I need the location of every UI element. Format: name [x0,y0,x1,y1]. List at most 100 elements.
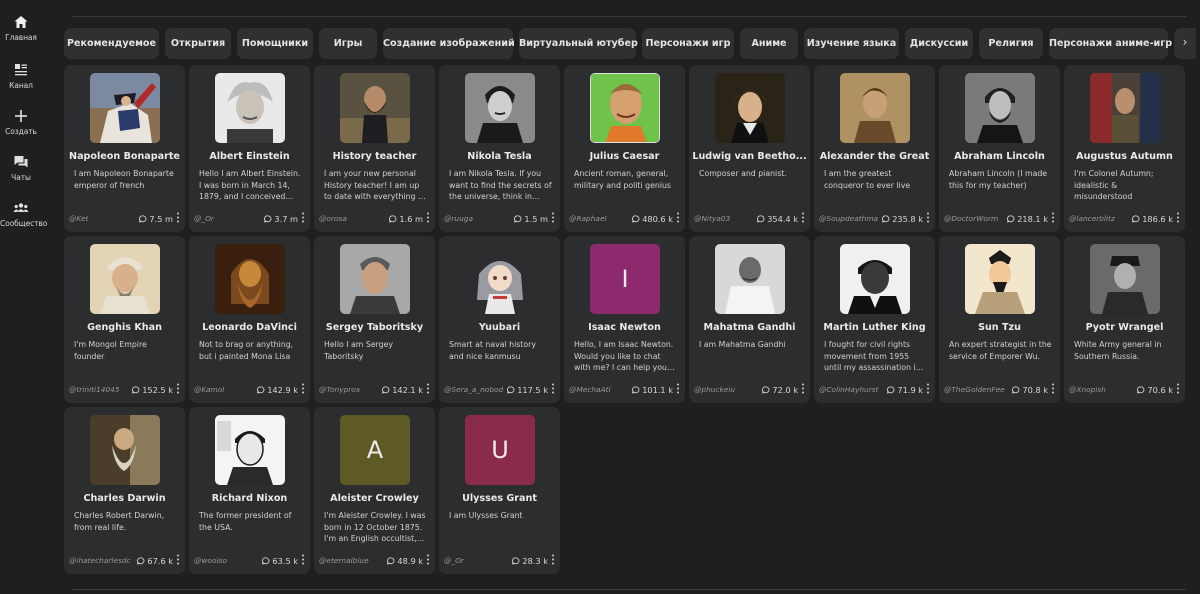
character-description: I'm Aleister Crowley. I was born in 12 O… [324,511,426,544]
character-card[interactable]: A Aleister Crowley I'm Aleister Crowley.… [314,407,435,574]
more-options-icon[interactable] [551,212,555,223]
chat-icon [1012,386,1020,394]
avatar [840,73,910,143]
more-options-icon[interactable] [301,212,305,223]
character-author[interactable]: @Ket [69,214,131,223]
character-card[interactable]: Mahatma Gandhi I am Mahatma Gandhi @phuc… [689,236,810,403]
character-card[interactable]: Julius Caesar Ancient roman, general, mi… [564,65,685,232]
character-card[interactable]: History teacher I am your new personal H… [314,65,435,232]
chip-anime-game-characters[interactable]: Персонажи аниме-игр [1049,28,1172,59]
more-options-icon[interactable] [301,554,305,565]
character-author[interactable]: @Kamol [194,385,256,394]
character-card[interactable]: Leonardo DaVinci Not to brag or anything… [189,236,310,403]
character-author[interactable]: @DoctorWorm [944,214,1006,223]
character-author[interactable]: @Nitya03 [694,214,756,223]
chip-game-characters[interactable]: Персонажи игр [642,28,734,59]
more-options-icon[interactable] [176,212,180,223]
more-options-icon[interactable] [676,383,680,394]
sidebar-item-chats[interactable]: Чаты [0,154,42,182]
character-author[interactable]: @wooiso [194,556,256,565]
character-card[interactable]: Sergey Taboritsky Hello I am Sergey Tabo… [314,236,435,403]
character-card[interactable]: Charles Darwin Charles Robert Darwin, fr… [64,407,185,574]
character-card[interactable]: Nikola Tesla I am Nikola Tesla. If you w… [439,65,560,232]
more-options-icon[interactable] [1051,383,1055,394]
chevron-right-icon[interactable]: › [1174,28,1196,59]
character-card[interactable]: Pyotr Wrangel White Army general in Sout… [1064,236,1185,403]
more-options-icon[interactable] [426,554,430,565]
character-author[interactable]: @phuckeiu [694,385,756,394]
character-card[interactable]: Richard Nixon The former president of th… [189,407,310,574]
more-options-icon[interactable] [176,383,180,394]
character-name: Alexander the Great [819,151,930,162]
character-author[interactable]: @Xnopish [1069,385,1131,394]
more-options-icon[interactable] [801,212,805,223]
chip-recommended[interactable]: Рекомендуемое [64,28,159,59]
more-options-icon[interactable] [426,212,430,223]
more-options-icon[interactable] [1051,212,1055,223]
character-author[interactable]: @eternalblue [319,556,381,565]
chip-image-generation[interactable]: Создание изображений [383,28,515,59]
character-card[interactable]: Sun Tzu An expert strategist in the serv… [939,236,1060,403]
chip-language-learning[interactable]: Изучение языка [804,28,899,59]
character-name: Pyotr Wrangel [1085,322,1164,333]
letter-avatar: A [340,415,410,485]
character-author[interactable]: @MechaAti [569,385,631,394]
character-card[interactable]: Augustus Autumn I'm Colonel Autumn; idea… [1064,65,1185,232]
more-options-icon[interactable] [176,554,180,565]
more-options-icon[interactable] [926,383,930,394]
avatar [215,244,285,314]
character-card[interactable]: I Isaac Newton Hello, I am Isaac Newton.… [564,236,685,403]
character-card[interactable]: Abraham Lincoln Abraham Lincoln (I made … [939,65,1060,232]
character-author[interactable]: @orosa [319,214,381,223]
chip-assistants[interactable]: Помощники [237,28,313,59]
chip-vtuber[interactable]: Виртуальный ютубер [519,28,638,59]
chat-icon [264,215,272,223]
character-card[interactable]: Napoleon Bonaparte I am Napoleon Bonapar… [64,65,185,232]
character-author[interactable]: @_Or [194,214,256,223]
chat-count: 101.1 k [632,385,673,395]
character-card[interactable]: Alexander the Great I am the greatest co… [814,65,935,232]
character-author[interactable]: @ColinHayhurst [819,385,881,394]
chip-games[interactable]: Игры [319,28,377,59]
more-options-icon[interactable] [676,212,680,223]
sidebar-item-community[interactable]: Сообщество [0,200,47,228]
more-options-icon[interactable] [551,554,555,565]
chat-icon [389,215,397,223]
character-author[interactable]: @_Or [444,556,506,565]
character-card[interactable]: Genghis Khan I'm Mongol Empire founder @… [64,236,185,403]
more-options-icon[interactable] [1176,383,1180,394]
sidebar-item-create[interactable]: Создать [0,108,42,136]
character-author[interactable]: @TheGoldenFee [944,385,1006,394]
character-description: Composer and pianist. [699,169,787,178]
character-author[interactable]: @Raphael [569,214,631,223]
character-author[interactable]: @triniti14045 [69,385,131,394]
character-author[interactable]: @Sera_a_nobod [444,385,506,394]
character-card[interactable]: Albert Einstein Hello I am Albert Einste… [189,65,310,232]
more-options-icon[interactable] [801,383,805,394]
more-options-icon[interactable] [551,383,555,394]
more-options-icon[interactable] [426,383,430,394]
chip-religion[interactable]: Религия [979,28,1043,59]
chat-count: 152.5 k [132,385,173,395]
sidebar-item-feed[interactable]: Канал [0,62,42,90]
more-options-icon[interactable] [926,212,930,223]
chip-anime[interactable]: Аниме [740,28,798,59]
chip-discussions[interactable]: Дискуссии [905,28,973,59]
more-options-icon[interactable] [301,383,305,394]
character-author[interactable]: @lancerblitz [1069,214,1131,223]
character-card[interactable]: U Ulysses Grant I am Ulysses Grant @_Or … [439,407,560,574]
avatar [465,244,535,314]
avatar [965,73,1035,143]
character-card[interactable]: Ludwig van Beetho... Composer and pianis… [689,65,810,232]
character-author[interactable]: @Soupdeathma [819,214,881,223]
character-author[interactable]: @Tonyprox [319,385,381,394]
character-card[interactable]: Yuubari Smart at naval history and nice … [439,236,560,403]
more-options-icon[interactable] [1176,212,1180,223]
character-author[interactable]: @ruuga [444,214,506,223]
character-author[interactable]: @ihatecharlesdc [69,556,131,565]
sidebar-item-home[interactable]: Главная [0,14,42,42]
chip-discoveries[interactable]: Открытия [165,28,231,59]
character-card[interactable]: Martin Luther King I fought for civil ri… [814,236,935,403]
chat-icon [262,557,270,565]
chat-count: 354.4 k [757,214,798,224]
